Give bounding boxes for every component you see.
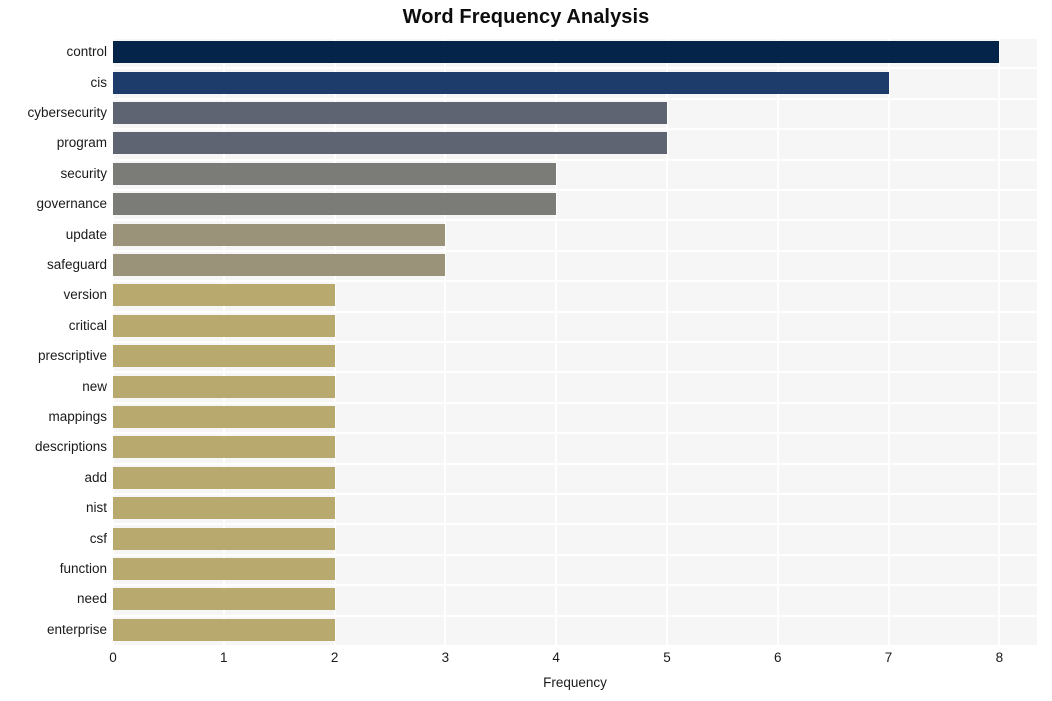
y-tick-label: critical bbox=[68, 317, 107, 333]
bar bbox=[113, 254, 446, 276]
y-tick-label: prescriptive bbox=[37, 348, 107, 364]
x-tick-label: 6 bbox=[773, 650, 782, 665]
gridline-horizontal bbox=[113, 615, 1037, 617]
word-frequency-chart: Word Frequency Analysis control cis cybers… bbox=[0, 0, 1052, 701]
y-tick-label: program bbox=[56, 135, 107, 151]
bar bbox=[113, 41, 1000, 64]
y-tick-label: safeguard bbox=[46, 257, 107, 272]
y-axis-labels: control cis cybersecurity program security go… bbox=[0, 0, 107, 701]
y-tick-label: add bbox=[84, 469, 107, 485]
x-axis-title: Frequency bbox=[543, 675, 607, 690]
gridline-horizontal bbox=[113, 280, 1037, 282]
bar bbox=[113, 102, 667, 124]
bar bbox=[113, 527, 335, 550]
gridline-horizontal bbox=[113, 311, 1037, 313]
chart-title: Word Frequency Analysis bbox=[402, 6, 650, 28]
y-tick-label: function bbox=[59, 561, 107, 576]
x-tick-label: 1 bbox=[220, 650, 228, 665]
bar bbox=[113, 314, 335, 337]
x-tick-label: 4 bbox=[552, 650, 560, 665]
bar bbox=[113, 284, 335, 307]
y-tick-label: mappings bbox=[48, 409, 107, 424]
gridline-horizontal bbox=[113, 493, 1037, 495]
x-tick-label: 7 bbox=[884, 650, 893, 665]
bar bbox=[113, 71, 889, 94]
x-tick-label: 5 bbox=[663, 650, 671, 665]
y-tick-label: version bbox=[63, 287, 107, 303]
gridline-horizontal bbox=[113, 584, 1037, 586]
x-tick-label: 0 bbox=[109, 650, 117, 665]
bar bbox=[113, 588, 335, 611]
bar bbox=[113, 406, 335, 428]
y-tick-label: nist bbox=[85, 500, 107, 516]
y-tick-label: cybersecurity bbox=[27, 105, 107, 120]
x-tick-label: 3 bbox=[441, 650, 450, 665]
y-tick-label: control bbox=[66, 44, 107, 60]
bar bbox=[113, 436, 335, 459]
gridline-horizontal bbox=[113, 341, 1037, 343]
y-tick-label: need bbox=[76, 591, 107, 607]
gridline-horizontal bbox=[113, 523, 1037, 525]
gridline-horizontal bbox=[113, 189, 1037, 191]
gridline-horizontal bbox=[113, 371, 1037, 373]
bar bbox=[113, 466, 335, 489]
y-tick-label: security bbox=[60, 165, 107, 181]
bar bbox=[113, 132, 667, 155]
gridline-horizontal bbox=[113, 219, 1037, 221]
bar bbox=[113, 193, 557, 216]
gridline-horizontal bbox=[113, 128, 1037, 130]
bar bbox=[113, 345, 335, 368]
gridline-horizontal bbox=[113, 402, 1037, 404]
gridline-horizontal bbox=[113, 554, 1037, 556]
x-tick-label: 8 bbox=[995, 650, 1004, 665]
bar bbox=[113, 558, 335, 580]
y-tick-label: update bbox=[65, 226, 107, 242]
plot-area bbox=[112, 37, 1037, 647]
y-tick-label: cis bbox=[90, 74, 108, 90]
y-tick-label: csf bbox=[89, 530, 107, 546]
gridline-horizontal bbox=[113, 159, 1037, 161]
gridline-horizontal bbox=[113, 98, 1037, 100]
bar bbox=[113, 497, 335, 520]
gridline-horizontal bbox=[113, 67, 1037, 69]
x-tick-label: 2 bbox=[330, 650, 339, 665]
y-tick-label: new bbox=[82, 378, 107, 394]
gridline-horizontal bbox=[113, 463, 1037, 465]
y-tick-label: descriptions bbox=[34, 439, 107, 455]
y-tick-label: governance bbox=[36, 196, 107, 212]
gridline-horizontal bbox=[113, 432, 1037, 434]
gridline-horizontal bbox=[113, 250, 1037, 252]
bar bbox=[113, 375, 335, 398]
bar bbox=[113, 618, 335, 641]
gridline-horizontal bbox=[113, 645, 1037, 647]
bar bbox=[113, 162, 557, 185]
gridline-horizontal bbox=[113, 37, 1037, 39]
y-tick-label: enterprise bbox=[46, 621, 107, 637]
bar bbox=[113, 223, 446, 246]
